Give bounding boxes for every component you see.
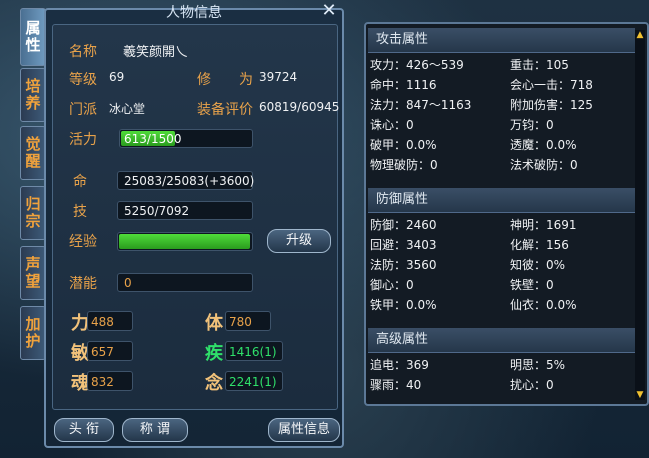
skill-label: 技 xyxy=(73,204,87,220)
energy-value: 613/1500 xyxy=(124,132,182,146)
energy-label: 活力 xyxy=(69,132,97,148)
defense-stat: 御心：0 xyxy=(370,278,414,292)
attack-stat: 命中：1116 xyxy=(370,78,437,92)
skill-value: 5250/7092 xyxy=(124,204,190,218)
mind-label: 念 xyxy=(205,373,223,394)
character-name: 羲笑颜開乀 xyxy=(123,45,189,60)
scroll-down-icon[interactable]: ▼ xyxy=(635,390,645,400)
soul-field: 832 xyxy=(87,371,133,391)
attack-stat: 攻力：426～539 xyxy=(370,58,464,72)
advanced-stat: 追电：369 xyxy=(370,358,429,372)
mind-value: 2241(1) xyxy=(229,375,277,389)
tab-awaken[interactable]: 觉醒 xyxy=(20,126,46,180)
str-value: 488 xyxy=(91,315,114,329)
advanced-stat: 骤雨：40 xyxy=(370,378,422,392)
scroll-up-icon[interactable]: ▲ xyxy=(635,30,645,40)
tab-return-sect[interactable]: 归宗 xyxy=(20,186,46,240)
cultivation-label: 修 为 xyxy=(197,72,253,88)
defense-stat: 铁壁：0 xyxy=(510,278,554,292)
advanced-section-header: 高级属性 xyxy=(368,328,635,353)
upgrade-button[interactable]: 升级 xyxy=(267,229,331,253)
defense-section-header: 防御属性 xyxy=(368,188,635,213)
defense-stat: 仙衣：0.0% xyxy=(510,298,577,312)
spd-field: 1416(1) xyxy=(225,341,283,361)
sect-label: 门派 xyxy=(69,102,97,118)
attack-stat: 法力：847～1163 xyxy=(370,98,472,112)
exp-bar-fill xyxy=(119,234,251,249)
exp-bar xyxy=(117,232,253,251)
title-button[interactable]: 头 衔 xyxy=(54,418,114,442)
exp-label: 经验 xyxy=(69,234,97,250)
attack-stat: 透魔：0.0% xyxy=(510,138,577,152)
soul-value: 832 xyxy=(91,375,114,389)
close-icon[interactable]: ✕ xyxy=(320,2,338,20)
life-field: 25083/25083(+3600) xyxy=(117,171,255,190)
advanced-stat: 明思：5% xyxy=(510,358,566,372)
defense-stat: 法防：3560 xyxy=(370,258,437,272)
mind-field: 2241(1) xyxy=(225,371,283,391)
life-label: 命 xyxy=(73,174,87,190)
str-field: 488 xyxy=(87,311,133,331)
attack-stat: 破甲：0.0% xyxy=(370,138,437,152)
appellation-button[interactable]: 称 谓 xyxy=(122,418,188,442)
potential-value: 0 xyxy=(124,276,132,290)
tab-protection[interactable]: 加护 xyxy=(20,306,46,360)
life-value: 25083/25083(+3600) xyxy=(124,174,255,188)
energy-bar: 613/1500 xyxy=(119,129,253,148)
spd-value: 1416(1) xyxy=(229,345,277,359)
sect-value: 冰心堂 xyxy=(109,102,146,116)
cultivation-value: 39724 xyxy=(259,70,298,84)
attribute-info-button[interactable]: 属性信息 xyxy=(268,418,340,442)
defense-stat: 防御：2460 xyxy=(370,218,437,232)
scrollbar[interactable]: ▲ ▼ xyxy=(635,30,645,400)
attack-stat: 会心一击：718 xyxy=(510,78,593,92)
potential-field: 0 xyxy=(117,273,253,292)
con-value: 780 xyxy=(229,315,252,329)
attack-section-header: 攻击属性 xyxy=(368,28,635,53)
attack-stat: 重击：105 xyxy=(510,58,569,72)
attack-stat: 诛心：0 xyxy=(370,118,414,132)
tab-cultivate[interactable]: 培养 xyxy=(20,68,46,122)
attribute-detail-panel: 攻击属性 攻力：426～539 重击：105 命中：1116 会心一击：718 法力：8… xyxy=(364,22,649,406)
attack-stat: 物理破防：0 xyxy=(370,158,438,172)
attack-stat: 法术破防：0 xyxy=(510,158,578,172)
potential-label: 潜能 xyxy=(69,276,97,292)
defense-stat: 神明：1691 xyxy=(510,218,577,232)
defense-stat: 铁甲：0.0% xyxy=(370,298,437,312)
con-field: 780 xyxy=(225,311,271,331)
level-label: 等级 xyxy=(69,72,97,88)
defense-stat: 知彼：0% xyxy=(510,258,566,272)
panel-title: 人物信息 xyxy=(166,5,222,21)
defense-stat: 化解：156 xyxy=(510,238,569,252)
agi-field: 657 xyxy=(87,341,133,361)
agi-value: 657 xyxy=(91,345,114,359)
advanced-stat: 扰心：0 xyxy=(510,378,554,392)
skill-field: 5250/7092 xyxy=(117,201,253,220)
character-info-panel: 人物信息 ✕ 名称 羲笑颜開乀 等级 69 修 为 39724 门派 冰心堂 装… xyxy=(44,2,344,448)
character-stats-area: 名称 羲笑颜開乀 等级 69 修 为 39724 门派 冰心堂 装备评价 608… xyxy=(52,24,340,410)
name-label: 名称 xyxy=(69,44,97,60)
tab-reputation[interactable]: 声望 xyxy=(20,246,46,300)
defense-stat: 回避：3403 xyxy=(370,238,437,252)
level-value: 69 xyxy=(109,70,125,84)
equip-rating-label: 装备评价 xyxy=(197,102,253,118)
equip-rating-value: 60819/60945 xyxy=(259,100,340,114)
attack-stat: 万钧：0 xyxy=(510,118,554,132)
spd-label: 疾 xyxy=(205,343,223,364)
con-label: 体 xyxy=(205,313,223,334)
tab-attributes[interactable]: 属性 xyxy=(20,8,46,66)
attack-stat: 附加伤害：125 xyxy=(510,98,593,112)
